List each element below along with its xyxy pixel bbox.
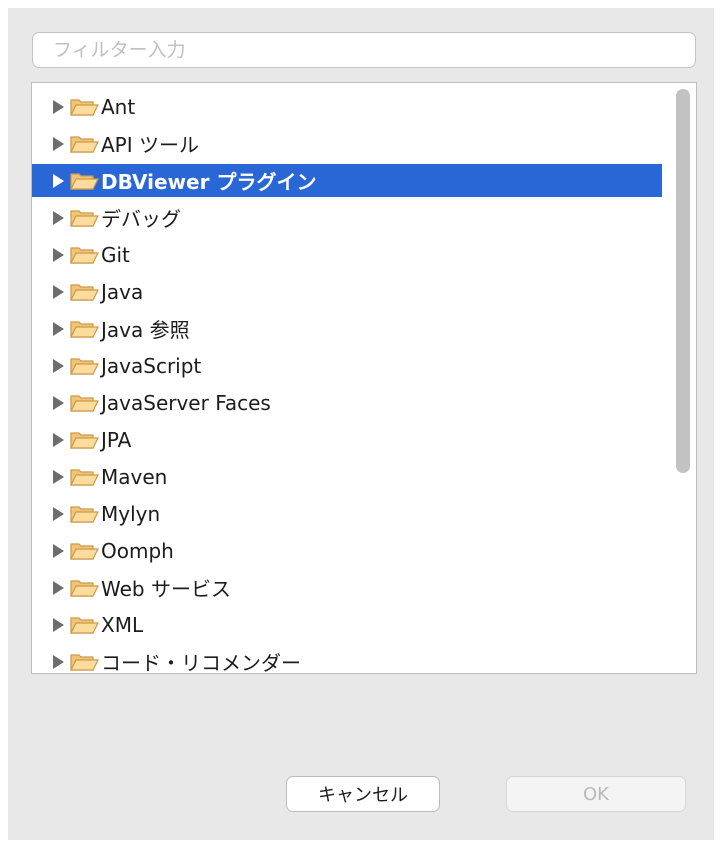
tree-item-label: Git <box>101 242 130 267</box>
tree-item[interactable]: JPA <box>32 423 662 456</box>
ok-button[interactable]: OK <box>506 776 686 812</box>
tree-item-label: JPA <box>101 427 132 452</box>
tree-item[interactable]: DBViewer プラグイン <box>32 164 662 197</box>
tree-item[interactable]: デバッグ <box>32 201 662 234</box>
folder-icon <box>70 135 99 153</box>
folder-icon <box>70 98 99 116</box>
tree-item[interactable]: Git <box>32 238 662 271</box>
filter-input[interactable] <box>32 32 696 68</box>
tree-item[interactable]: Oomph <box>32 534 662 567</box>
tree-item[interactable]: Web サービス <box>32 571 662 604</box>
expand-triangle-icon[interactable] <box>53 247 64 262</box>
expand-triangle-icon[interactable] <box>53 136 64 151</box>
tree-item-label: Java <box>101 279 144 304</box>
expand-triangle-icon[interactable] <box>53 543 64 558</box>
vertical-scrollbar[interactable] <box>676 89 690 473</box>
expand-triangle-icon[interactable] <box>53 284 64 299</box>
folder-icon <box>70 357 99 375</box>
folder-icon <box>70 209 99 227</box>
cancel-button[interactable]: キャンセル <box>286 776 440 812</box>
tree-item[interactable]: JavaServer Faces <box>32 386 662 419</box>
folder-icon <box>70 505 99 523</box>
folder-icon <box>70 653 99 671</box>
expand-triangle-icon[interactable] <box>53 580 64 595</box>
expand-triangle-icon[interactable] <box>53 617 64 632</box>
expand-triangle-icon[interactable] <box>53 99 64 114</box>
expand-triangle-icon[interactable] <box>53 506 64 521</box>
tree-item-label: デバッグ <box>101 207 181 231</box>
expand-triangle-icon[interactable] <box>53 432 64 447</box>
folder-icon <box>70 616 99 634</box>
folder-icon <box>70 320 99 338</box>
tree-item-label: Maven <box>101 464 168 489</box>
tree-item-label: XML <box>101 612 144 637</box>
tree-item[interactable]: JavaScript <box>32 349 662 382</box>
tree-item[interactable]: Maven <box>32 460 662 493</box>
tree-item-label: Mylyn <box>101 501 161 526</box>
tree-item-label: JavaServer Faces <box>101 390 271 415</box>
tree-item[interactable]: コード・リコメンダー <box>32 645 662 674</box>
folder-icon <box>70 431 99 449</box>
folder-icon <box>70 283 99 301</box>
expand-triangle-icon[interactable] <box>53 321 64 336</box>
tree-item-label: API ツール <box>101 133 199 157</box>
tree-item-label: Ant <box>101 94 136 119</box>
folder-icon <box>70 246 99 264</box>
expand-triangle-icon[interactable] <box>53 654 64 669</box>
tree-item-label: Java 参照 <box>101 318 190 342</box>
tree-item[interactable]: Java <box>32 275 662 308</box>
folder-icon <box>70 579 99 597</box>
tree-item-label: Oomph <box>101 538 174 563</box>
folder-icon <box>70 542 99 560</box>
expand-triangle-icon[interactable] <box>53 358 64 373</box>
tree-item[interactable]: Ant <box>32 90 662 123</box>
folder-icon <box>70 468 99 486</box>
tree-item-label: Web サービス <box>101 577 231 601</box>
folder-icon <box>70 394 99 412</box>
tree-item-label: コード・リコメンダー <box>101 651 301 674</box>
tree-item[interactable]: Java 参照 <box>32 312 662 345</box>
dialog: Ant API ツール DBViewer プラグインデバッグ Git Java Java … <box>8 8 714 840</box>
expand-triangle-icon[interactable] <box>53 395 64 410</box>
category-tree[interactable]: Ant API ツール DBViewer プラグイン デバッグ Git Java Java … <box>31 82 697 674</box>
folder-icon <box>70 172 99 190</box>
expand-triangle-icon[interactable] <box>53 210 64 225</box>
tree-item-label: JavaScript <box>101 353 202 378</box>
tree-item[interactable]: API ツール <box>32 127 662 160</box>
tree-item[interactable]: Mylyn <box>32 497 662 530</box>
expand-triangle-icon[interactable] <box>53 469 64 484</box>
expand-triangle-icon[interactable] <box>53 173 64 188</box>
tree-item-label: DBViewer プラグイン <box>101 170 317 194</box>
tree-item[interactable]: XML <box>32 608 662 641</box>
